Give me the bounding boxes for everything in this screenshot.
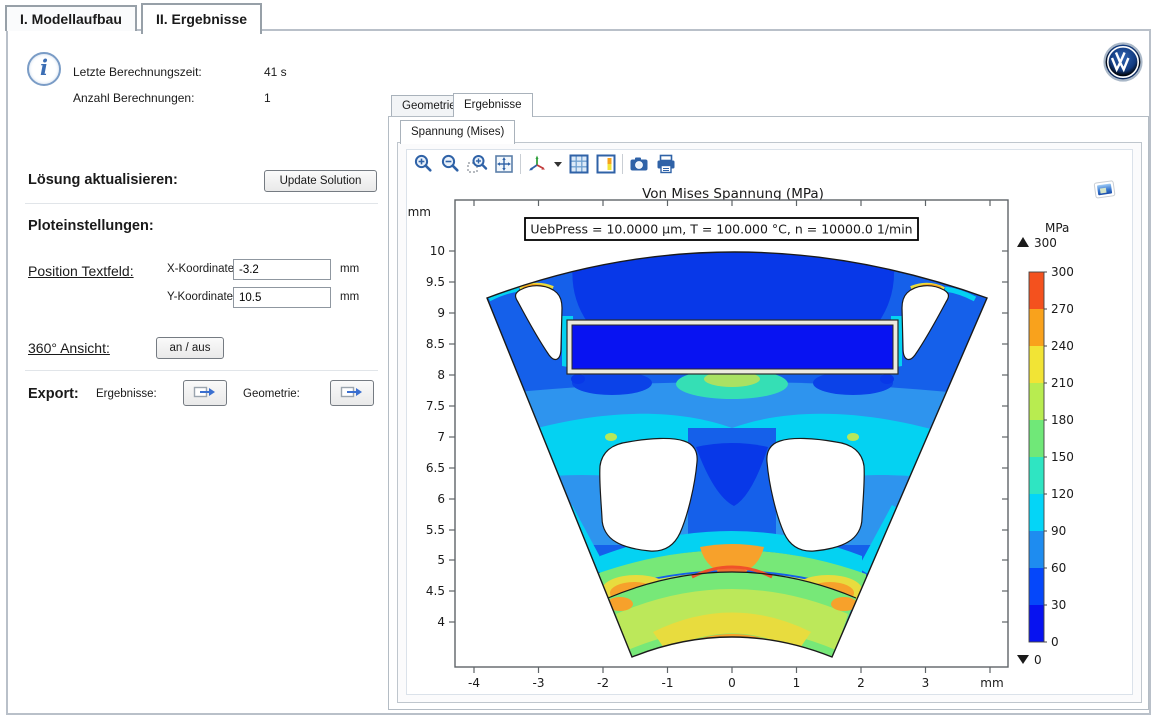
tab-modellaufbau-label: I. Modellaufbau xyxy=(20,11,122,27)
svg-text:8.5: 8.5 xyxy=(426,337,445,351)
print-icon[interactable] xyxy=(655,153,677,175)
annotation-text: UebPress = 10.0000 µm, T = 100.000 °C, n… xyxy=(530,222,912,237)
svg-text:3: 3 xyxy=(922,676,930,690)
svg-text:1: 1 xyxy=(793,676,801,690)
tab-plot-ergebnisse-label: Ergebnisse xyxy=(464,99,522,111)
svg-text:4: 4 xyxy=(437,615,445,629)
export-results-label: Ergebnisse: xyxy=(96,388,157,400)
snapshot-icon[interactable] xyxy=(628,153,650,175)
y-axis-unit: mm xyxy=(408,205,431,219)
x-axis-unit: mm xyxy=(980,676,1003,690)
svg-text:60: 60 xyxy=(1051,561,1066,575)
colorbar-labels: 300 270 240 210 180 150 120 90 60 30 0 xyxy=(1051,265,1074,649)
svg-text:10: 10 xyxy=(430,244,445,258)
svg-text:7.5: 7.5 xyxy=(426,399,445,413)
tab-plot-ergebnisse[interactable]: Ergebnisse xyxy=(453,93,533,117)
tab-modellaufbau[interactable]: I. Modellaufbau xyxy=(5,5,137,31)
separator xyxy=(25,203,378,204)
svg-text:-3: -3 xyxy=(533,676,545,690)
svg-text:-1: -1 xyxy=(662,676,674,690)
svg-text:270: 270 xyxy=(1051,302,1074,316)
colorbar-unit: MPa xyxy=(1045,221,1069,235)
y-unit-label: mm xyxy=(340,291,359,303)
calc-time-label: Letzte Berechnungszeit: xyxy=(73,65,202,79)
svg-text:90: 90 xyxy=(1051,524,1066,538)
calc-time-value: 41 s xyxy=(264,65,287,79)
export-geometry-button[interactable] xyxy=(330,380,374,406)
zoom-in-icon[interactable] xyxy=(412,153,434,175)
colorbar-min-value: 0 xyxy=(1034,653,1042,667)
calc-count-label: Anzahl Berechnungen: xyxy=(73,91,194,105)
zoom-out-icon[interactable] xyxy=(439,153,461,175)
toolbar-separator xyxy=(520,154,521,174)
plot-window-icon[interactable] xyxy=(1094,181,1115,198)
svg-text:-4: -4 xyxy=(468,676,480,690)
toolbar-separator xyxy=(622,154,623,174)
annotation-box: UebPress = 10.0000 µm, T = 100.000 °C, n… xyxy=(525,218,918,240)
svg-text:180: 180 xyxy=(1051,413,1074,427)
svg-text:6.5: 6.5 xyxy=(426,461,445,475)
svg-text:120: 120 xyxy=(1051,487,1074,501)
svg-text:8: 8 xyxy=(437,368,445,382)
y-coordinate-input[interactable] xyxy=(233,287,331,308)
x-coordinate-label: X-Koordinate: xyxy=(167,263,237,275)
info-icon: i xyxy=(27,52,61,86)
svg-text:0: 0 xyxy=(728,676,736,690)
zoom-box-icon[interactable] xyxy=(466,153,488,175)
x-unit-label: mm xyxy=(340,263,359,275)
svg-text:-2: -2 xyxy=(597,676,609,690)
svg-text:210: 210 xyxy=(1051,376,1074,390)
svg-text:240: 240 xyxy=(1051,339,1074,353)
svg-text:2: 2 xyxy=(857,676,865,690)
colorbar-min-marker-icon xyxy=(1017,655,1029,664)
position-textfield-label: Position Textfeld: xyxy=(28,263,134,279)
svg-text:5.5: 5.5 xyxy=(426,523,445,537)
svg-text:4.5: 4.5 xyxy=(426,584,445,598)
magnet-pocket xyxy=(567,320,898,374)
svg-text:30: 30 xyxy=(1051,598,1066,612)
grid-icon[interactable] xyxy=(568,153,590,175)
calc-count-value: 1 xyxy=(264,91,271,105)
svg-text:6: 6 xyxy=(437,492,445,506)
svg-text:0: 0 xyxy=(1051,635,1059,649)
svg-text:9: 9 xyxy=(437,306,445,320)
tab-ergebnisse[interactable]: II. Ergebnisse xyxy=(141,3,262,34)
svg-text:300: 300 xyxy=(1051,265,1074,279)
solution-heading: Lösung aktualisieren: xyxy=(28,172,178,188)
colorbar-max-marker-icon xyxy=(1017,237,1029,247)
svg-text:9.5: 9.5 xyxy=(426,275,445,289)
x-axis-labels: -4 -3 -2 -1 0 1 2 3 mm xyxy=(468,676,1004,690)
y-axis-labels: mm 10 9.5 9 8.5 8 7.5 7 6.5 6 5.5 5 4.5 … xyxy=(408,205,445,629)
zoom-extents-icon[interactable] xyxy=(493,153,515,175)
view-dropdown-arrow[interactable] xyxy=(553,153,563,175)
plot-settings-heading: Ploteinstellungen: xyxy=(28,218,154,234)
tab-geometrie-label: Geometrie xyxy=(402,100,456,112)
tab-spannung-mises-label: Spannung (Mises) xyxy=(411,126,504,138)
colorbar-max-value: 300 xyxy=(1034,236,1057,250)
y-coordinate-label: Y-Koordinate: xyxy=(167,291,236,303)
view-orientation-icon[interactable] xyxy=(526,153,548,175)
colorbar: MPa 300 300 270 240 210 180 150 120 xyxy=(1017,221,1074,667)
view-360-toggle-button[interactable]: an / aus xyxy=(156,337,224,359)
vw-logo xyxy=(1103,42,1143,82)
svg-text:7: 7 xyxy=(437,430,445,444)
update-solution-button[interactable]: Update Solution xyxy=(264,170,377,192)
plot-canvas[interactable]: Von Mises Spannung (MPa) -4 xyxy=(408,177,1130,692)
export-icon xyxy=(340,384,364,400)
export-heading: Export: xyxy=(28,386,79,402)
view-360-label: 360° Ansicht: xyxy=(28,340,110,356)
color-legend-icon[interactable] xyxy=(595,153,617,175)
export-geometry-label: Geometrie: xyxy=(243,388,300,400)
tab-ergebnisse-label: II. Ergebnisse xyxy=(156,11,247,27)
graphics-toolbar xyxy=(412,152,677,176)
svg-text:150: 150 xyxy=(1051,450,1074,464)
tab-spannung-mises[interactable]: Spannung (Mises) xyxy=(400,120,515,144)
svg-text:5: 5 xyxy=(437,553,445,567)
x-coordinate-input[interactable] xyxy=(233,259,331,280)
app-window: { "tabs_main": { "model": "I. Modellaufb… xyxy=(0,0,1157,720)
export-results-button[interactable] xyxy=(183,380,227,406)
separator xyxy=(25,370,378,371)
export-icon xyxy=(193,384,217,400)
